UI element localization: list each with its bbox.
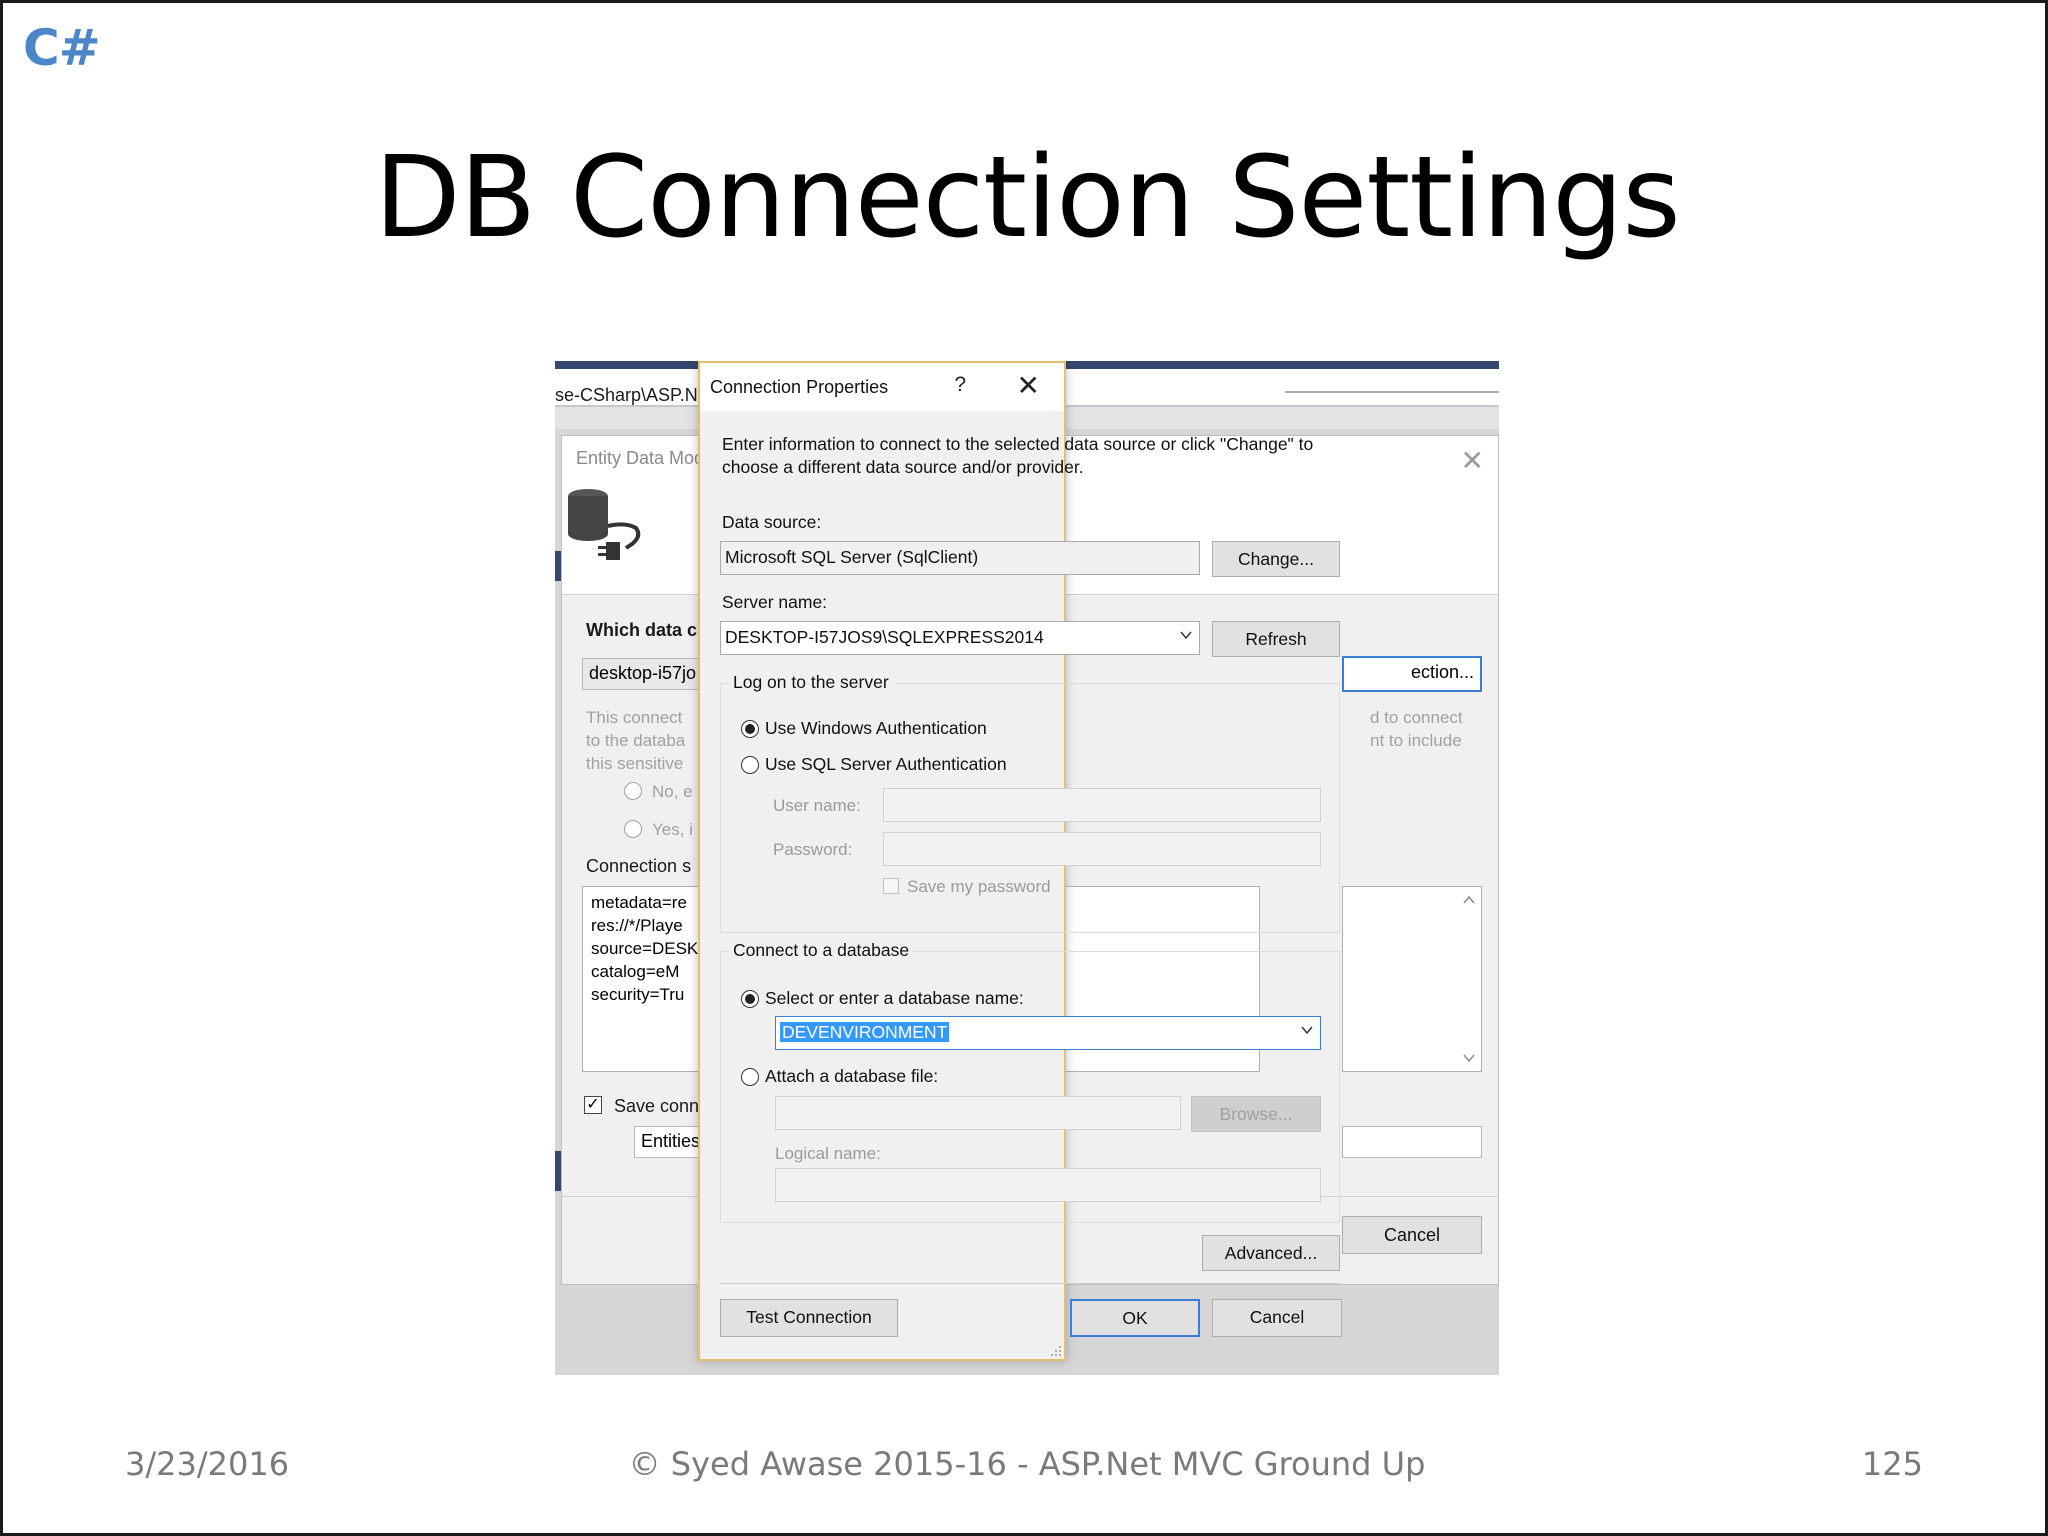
dialog-titlebar: Connection Properties ? ✕ <box>700 363 1064 411</box>
ok-button[interactable]: OK <box>1070 1299 1200 1337</box>
gray-note-left: This connect to the databa this sensitiv… <box>586 706 685 775</box>
user-name-label: User name: <box>773 796 861 815</box>
gray-note-right: d to connect nt to include <box>1370 706 1463 752</box>
new-connection-button[interactable]: ection... <box>1342 656 1482 692</box>
ide-path-text: se-CSharp\ASP.NE <box>555 385 710 405</box>
scroll-down-icon[interactable] <box>1463 1053 1475 1063</box>
gray-note-line: nt to include <box>1370 731 1462 750</box>
dialog-title: Connection Properties <box>710 377 889 397</box>
attach-db-input[interactable] <box>775 1096 1181 1130</box>
server-name-combo[interactable]: DESKTOP-I57JOS9\SQLEXPRESS2014 <box>720 621 1200 655</box>
logon-group: Log on to the server Use Windows Authent… <box>720 672 1340 933</box>
server-name-value: DESKTOP-I57JOS9\SQLEXPRESS2014 <box>725 627 1044 647</box>
attach-db-label: Attach a database file: <box>765 1066 939 1086</box>
slide-title: DB Connection Settings <box>374 133 1680 263</box>
database-plug-icon <box>568 489 641 560</box>
chevron-down-icon[interactable] <box>1179 628 1193 642</box>
data-source-field: Microsoft SQL Server (SqlClient) <box>720 541 1200 575</box>
save-password-label: Save my password <box>907 877 1051 896</box>
windows-auth-radio[interactable] <box>741 720 759 738</box>
ide-path-line <box>1285 391 1499 393</box>
radio-no-label: No, e <box>652 782 693 801</box>
sql-auth-radio[interactable] <box>741 756 759 774</box>
wizard-cancel-button[interactable]: Cancel <box>1342 1216 1482 1254</box>
logical-name-input[interactable] <box>775 1168 1321 1202</box>
scroll-up-icon[interactable] <box>1463 895 1475 905</box>
footer-copyright: © Syed Awase 2015-16 - ASP.Net MVC Groun… <box>628 1445 1426 1483</box>
save-connection-label: Save conn <box>614 1096 700 1116</box>
save-password-checkbox[interactable] <box>883 878 899 894</box>
server-name-label: Server name: <box>722 592 828 612</box>
intro-text-line-1: Enter information to connect to the sele… <box>722 434 1314 454</box>
advanced-button[interactable]: Advanced... <box>1202 1235 1340 1271</box>
intro-text-line-2: choose a different data source and/or pr… <box>722 457 1084 477</box>
wizard-title: Entity Data Mod <box>576 448 705 468</box>
logical-name-label: Logical name: <box>775 1144 881 1163</box>
save-connection-checkbox[interactable]: ✓ <box>584 1096 602 1114</box>
close-icon[interactable]: ✕ <box>1017 369 1040 402</box>
gray-note-line: this sensitive <box>586 754 684 773</box>
help-icon[interactable]: ? <box>954 373 966 397</box>
sql-auth-label: Use SQL Server Authentication <box>765 754 1007 774</box>
which-data-label: Which data c <box>586 620 698 640</box>
database-name-combo[interactable]: DEVENVIRONMENT <box>775 1016 1321 1050</box>
browse-button[interactable]: Browse... <box>1191 1096 1321 1132</box>
windows-auth-label: Use Windows Authentication <box>765 718 987 738</box>
resize-grip-icon[interactable] <box>1048 1343 1062 1357</box>
radio-yes-label: Yes, i <box>652 820 693 839</box>
footer-page-number: 125 <box>1861 1445 1923 1483</box>
connect-database-legend: Connect to a database <box>729 940 914 961</box>
entities-field-right[interactable] <box>1342 1126 1482 1158</box>
attach-db-radio[interactable] <box>741 1068 759 1086</box>
gray-note-line: This connect <box>586 708 683 727</box>
dialog-separator <box>720 1283 1340 1284</box>
password-label: Password: <box>773 840 853 859</box>
connect-database-group: Connect to a database Select or enter a … <box>720 940 1340 1223</box>
chevron-down-icon[interactable] <box>1300 1023 1314 1037</box>
cancel-button[interactable]: Cancel <box>1212 1299 1342 1337</box>
connection-properties-dialog: Connection Properties ? ✕ Enter informat… <box>698 361 1342 1361</box>
radio-no[interactable] <box>624 782 642 800</box>
close-icon[interactable]: ✕ <box>1461 444 1484 477</box>
database-name-value: DEVENVIRONMENT <box>780 1022 950 1042</box>
refresh-button[interactable]: Refresh <box>1212 621 1340 657</box>
select-db-radio[interactable] <box>741 990 759 1008</box>
change-button[interactable]: Change... <box>1212 541 1340 577</box>
gray-note-line: d to connect <box>1370 708 1463 727</box>
logon-group-legend: Log on to the server <box>729 672 893 693</box>
select-db-label: Select or enter a database name: <box>765 988 1024 1008</box>
screenshot: se-CSharp\ASP.NE Entity Data Mod ✕ Which… <box>555 361 1499 1375</box>
connection-string-label: Connection s <box>586 856 692 876</box>
connection-select[interactable]: desktop-i57jo <box>582 658 702 690</box>
connection-string-textarea-right[interactable] <box>1342 886 1482 1072</box>
gray-note-line: to the databa <box>586 731 686 750</box>
test-connection-button[interactable]: Test Connection <box>720 1299 898 1337</box>
user-name-input[interactable] <box>883 788 1321 822</box>
radio-yes[interactable] <box>624 820 642 838</box>
password-input[interactable] <box>883 832 1321 866</box>
data-source-label: Data source: <box>722 512 822 532</box>
slide: C# DB Connection Settings se-CSharp\ASP.… <box>0 0 2048 1536</box>
csharp-logo: C# <box>23 19 101 77</box>
